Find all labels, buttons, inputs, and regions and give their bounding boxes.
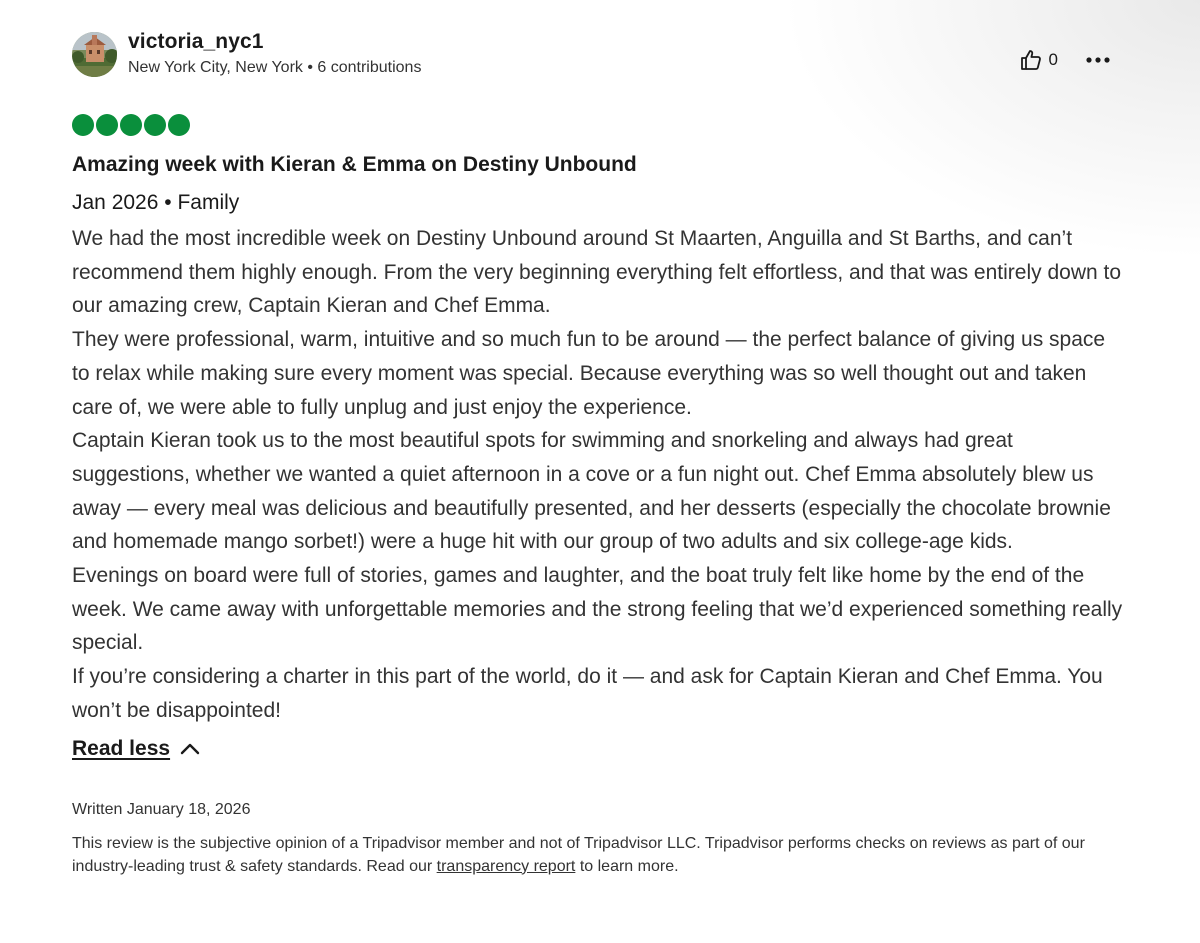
- reviewer-location: New York City, New York: [128, 59, 303, 76]
- review-paragraph: They were professional, warm, intuitive …: [72, 328, 1106, 419]
- review-paragraph: Captain Kieran took us to the most beaut…: [72, 429, 1111, 554]
- rating-bubble: [168, 114, 190, 136]
- review-title[interactable]: Amazing week with Kieran & Emma on Desti…: [72, 152, 1124, 178]
- trip-type: Family: [177, 191, 240, 214]
- reviewer-meta: New York City, New York • 6 contribution…: [128, 58, 421, 78]
- read-less-button[interactable]: Read less: [72, 734, 200, 764]
- more-options-button[interactable]: [1086, 56, 1110, 64]
- rating-bubble: [96, 114, 118, 136]
- disclaimer-text-end: to learn more.: [575, 857, 679, 875]
- trip-meta-separator: •: [158, 191, 178, 214]
- reviewer-info: victoria_nyc1 New York City, New York • …: [72, 30, 421, 78]
- review-card: victoria_nyc1 New York City, New York • …: [72, 30, 1124, 878]
- ellipsis-icon: [1086, 57, 1110, 63]
- written-date: Written January 18, 2026: [72, 800, 251, 818]
- rating-bubble: [120, 114, 142, 136]
- transparency-report-link[interactable]: transparency report: [437, 858, 576, 875]
- thumbs-up-icon: [1020, 50, 1041, 70]
- bubble-rating: [72, 114, 1124, 136]
- profile-photo-icon: [72, 31, 117, 77]
- review-disclaimer: This review is the subjective opinion of…: [72, 832, 1124, 878]
- helpful-vote-count: 0: [1048, 50, 1058, 69]
- review-paragraph: We had the most incredible week on Desti…: [72, 227, 1122, 318]
- avatar[interactable]: [72, 31, 117, 77]
- chevron-up-icon: [180, 743, 200, 755]
- review-paragraph: If you’re considering a charter in this …: [72, 665, 1103, 722]
- helpful-vote-button[interactable]: 0: [1019, 48, 1058, 72]
- review-actions: 0: [1019, 48, 1110, 72]
- review-header: victoria_nyc1 New York City, New York • …: [72, 30, 1124, 78]
- rating-bubble: [72, 114, 94, 136]
- trip-date: Jan 2026: [72, 191, 159, 214]
- review-paragraph: Evenings on board were full of stories, …: [72, 564, 1123, 655]
- read-less-label: Read less: [72, 736, 171, 760]
- reviewer-text: victoria_nyc1 New York City, New York • …: [128, 30, 421, 78]
- reviewer-name[interactable]: victoria_nyc1: [128, 30, 421, 54]
- rating-bubble: [144, 114, 166, 136]
- meta-separator: •: [302, 59, 318, 76]
- trip-meta: Jan 2026 • Family: [72, 190, 1124, 216]
- review-body: We had the most incredible week on Desti…: [72, 222, 1124, 728]
- reviewer-contributions: 6 contributions: [317, 59, 422, 76]
